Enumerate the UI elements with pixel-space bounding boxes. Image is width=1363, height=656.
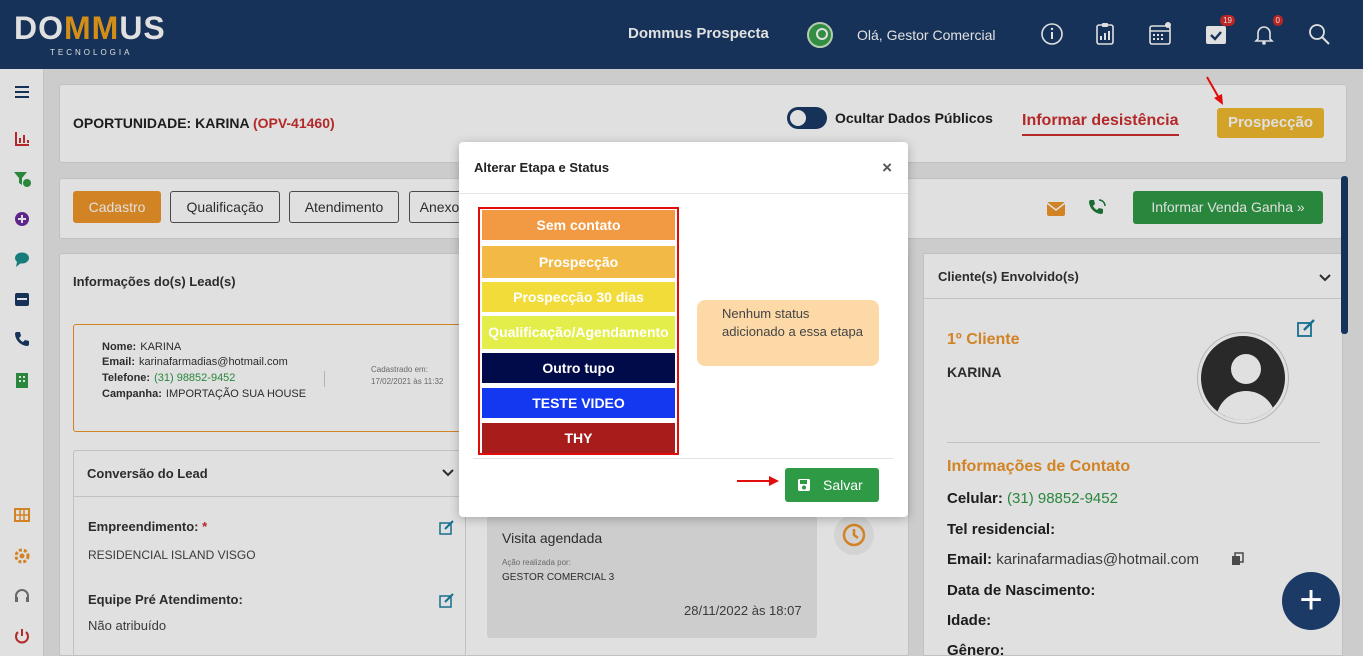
annotation-arrow-icon bbox=[1204, 74, 1226, 111]
save-button-label: Salvar bbox=[823, 477, 863, 493]
floppy-disk-icon bbox=[797, 478, 811, 495]
modal-header-divider bbox=[459, 193, 908, 194]
stage-list: Sem contato Prospecção Prospecção 30 dia… bbox=[478, 207, 679, 455]
stage-item-sem-contato[interactable]: Sem contato bbox=[482, 210, 675, 240]
add-fab-button[interactable]: + bbox=[1282, 572, 1340, 630]
modal-title: Alterar Etapa e Status bbox=[474, 160, 610, 175]
stage-item-prospeccao-30-dias[interactable]: Prospecção 30 dias bbox=[482, 282, 675, 312]
stage-item-thy[interactable]: THY bbox=[482, 423, 675, 453]
annotation-arrow-icon bbox=[735, 474, 780, 493]
stage-item-outro-tupo[interactable]: Outro tupo bbox=[482, 353, 675, 383]
empty-status-message: Nenhum status adicionado a essa etapa bbox=[697, 300, 879, 366]
modal-close-icon[interactable]: × bbox=[882, 158, 892, 178]
modal-footer-divider bbox=[473, 458, 893, 459]
stage-item-prospeccao[interactable]: Prospecção bbox=[482, 246, 675, 278]
stage-item-teste-video[interactable]: TESTE VIDEO bbox=[482, 388, 675, 418]
save-button[interactable]: Salvar bbox=[785, 468, 879, 502]
stage-item-qualificacao-agendamento[interactable]: Qualificação/Agendamento bbox=[482, 316, 675, 349]
change-stage-modal: Alterar Etapa e Status × Sem contato Pro… bbox=[459, 142, 908, 517]
